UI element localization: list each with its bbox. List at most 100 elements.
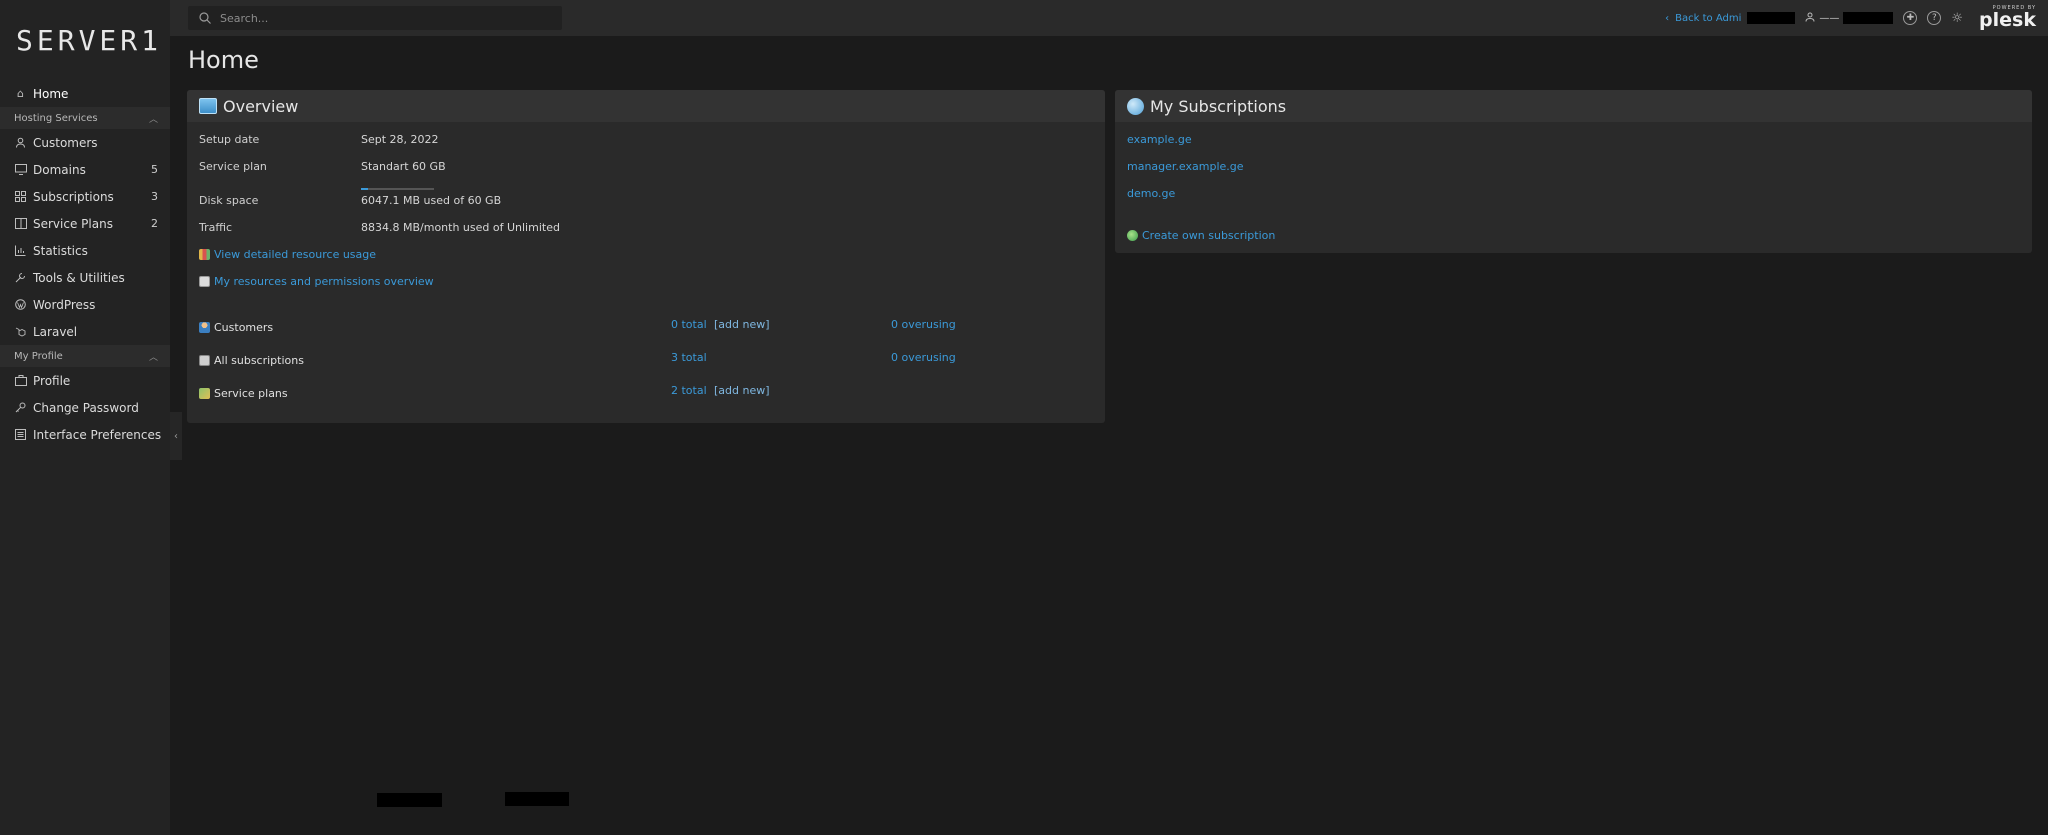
- subscription-link-example-ge[interactable]: example.ge: [1127, 133, 1192, 146]
- user-icon: [14, 136, 27, 149]
- sidebar-item-tools-utilities[interactable]: Tools & Utilities: [0, 264, 170, 291]
- back-to-admin-link[interactable]: ‹ Back to Admi: [1665, 12, 1796, 24]
- disk-usage-fill: [361, 188, 369, 190]
- subscriptions-summary-label: All subscriptions: [199, 354, 304, 367]
- setup-date-value: Sept 28, 2022: [361, 133, 439, 146]
- customers-total-link[interactable]: 0 total: [671, 318, 707, 331]
- chart-icon: [199, 249, 210, 260]
- sidebar-item-label: Interface Preferences: [33, 427, 162, 442]
- redacted-block: [1747, 12, 1796, 24]
- chevron-up-icon: ︿: [148, 352, 158, 363]
- sidebar-item-label: Customers: [33, 135, 98, 150]
- sidebar-item-service-plans[interactable]: Service Plans 2: [0, 210, 170, 237]
- my-subscriptions-title: My Subscriptions: [1150, 96, 1287, 116]
- add-subscription-icon: [1127, 230, 1138, 241]
- sidebar-item-statistics[interactable]: Statistics: [0, 237, 170, 264]
- sidebar-item-subscriptions[interactable]: Subscriptions 3: [0, 183, 170, 210]
- chevron-left-icon: ‹: [1665, 12, 1670, 24]
- subscription-link-demo-ge[interactable]: demo.ge: [1127, 187, 1175, 200]
- setup-date-label: Setup date: [199, 133, 260, 146]
- top-bar: ‹ Back to Admi —— ✚ ? ☼ POWERED BY plesk: [170, 0, 2048, 36]
- permissions-overview-link[interactable]: My resources and permissions overview: [199, 275, 434, 288]
- back-to-admin-label: Back to Admi: [1675, 12, 1742, 24]
- top-bar-actions: ‹ Back to Admi —— ✚ ? ☼ POWERED BY plesk: [1665, 0, 2036, 36]
- disk-usage-bar: [361, 188, 434, 190]
- service-plans-total-link[interactable]: 2 total: [671, 384, 707, 397]
- traffic-value: 8834.8 MB/month used of Unlimited: [361, 221, 560, 234]
- create-own-subscription-label: Create own subscription: [1142, 229, 1276, 242]
- service-plans-add-new-link[interactable]: [add new]: [714, 384, 770, 397]
- summary-label: All subscriptions: [214, 354, 304, 367]
- user-name: ——: [1819, 12, 1840, 24]
- domains-count: 5: [151, 163, 158, 176]
- sidebar-item-label: Domains: [33, 162, 86, 177]
- theme-toggle-icon[interactable]: ☼: [1951, 11, 1963, 26]
- sidebar-item-label: Tools & Utilities: [33, 270, 125, 285]
- sidebar-item-change-password[interactable]: Change Password: [0, 394, 170, 421]
- sidebar-item-interface-preferences[interactable]: Interface Preferences: [0, 421, 170, 448]
- brand-label: plesk: [1979, 9, 2036, 31]
- monitor-icon: [199, 98, 217, 114]
- sidebar-item-label: Profile: [33, 373, 71, 388]
- summary-label: Service plans: [214, 387, 288, 400]
- summary-label: Customers: [214, 321, 274, 334]
- service-plan-icon: [199, 388, 210, 399]
- my-subscriptions-header: My Subscriptions: [1115, 90, 2032, 122]
- traffic-label: Traffic: [199, 221, 233, 234]
- service-plans-count: 2: [151, 217, 158, 230]
- sidebar-item-label: Subscriptions: [33, 189, 114, 204]
- laravel-icon: [14, 325, 27, 338]
- subscription-link-manager-example-ge[interactable]: manager.example.ge: [1127, 160, 1244, 173]
- chevron-up-icon: ︿: [148, 114, 158, 125]
- sidebar-item-customers[interactable]: Customers: [0, 129, 170, 156]
- page-title: Home: [188, 46, 259, 74]
- list-icon: [14, 428, 27, 441]
- sidebar-item-home[interactable]: ⌂ Home: [0, 80, 170, 107]
- globe-icon: [1127, 97, 1144, 115]
- wordpress-icon: [14, 298, 27, 311]
- user-menu[interactable]: ——: [1805, 12, 1894, 25]
- create-own-subscription-link[interactable]: Create own subscription: [1127, 229, 1275, 242]
- sidebar-section-hosting-services[interactable]: Hosting Services ︿: [0, 107, 170, 129]
- sidebar-item-label: Laravel: [33, 324, 78, 339]
- subscriptions-icon: [199, 355, 210, 366]
- overview-header: Overview: [187, 90, 1105, 122]
- sidebar-item-label: Change Password: [33, 400, 139, 415]
- monitor-icon: [14, 163, 27, 176]
- sidebar-item-label: Home: [33, 86, 69, 101]
- sidebar-section-my-profile[interactable]: My Profile ︿: [0, 345, 170, 367]
- plesk-logo[interactable]: POWERED BY plesk: [1979, 6, 2036, 30]
- service-plan-label: Service plan: [199, 160, 267, 173]
- app-logo[interactable]: SERVER1: [16, 24, 162, 57]
- sidebar-item-wordpress[interactable]: WordPress: [0, 291, 170, 318]
- overview-card: Overview Setup date Sept 28, 2022 Servic…: [187, 90, 1105, 423]
- sidebar-item-domains[interactable]: Domains 5: [0, 156, 170, 183]
- redacted-block: [377, 793, 442, 807]
- customer-icon: [199, 322, 210, 333]
- customers-overusing-link[interactable]: 0 overusing: [891, 318, 956, 331]
- my-subscriptions-card: My Subscriptions example.ge manager.exam…: [1115, 90, 2032, 253]
- view-resource-usage-link[interactable]: View detailed resource usage: [199, 248, 376, 261]
- user-icon: [1805, 12, 1815, 25]
- overview-title: Overview: [223, 96, 299, 116]
- subscriptions-count: 3: [151, 190, 158, 203]
- help-icon[interactable]: ?: [1927, 11, 1942, 25]
- subscriptions-total-link[interactable]: 3 total: [671, 351, 707, 364]
- search-input[interactable]: [218, 10, 542, 26]
- search-box[interactable]: [188, 6, 562, 30]
- lifebuoy-icon[interactable]: ✚: [1903, 11, 1918, 25]
- bar-chart-icon: [14, 244, 27, 257]
- profile-icon: [14, 374, 27, 387]
- view-resource-usage-label: View detailed resource usage: [214, 248, 377, 261]
- redacted-block: [1843, 12, 1894, 24]
- sidebar-item-profile[interactable]: Profile: [0, 367, 170, 394]
- service-plans-summary-label: Service plans: [199, 387, 288, 400]
- sidebar-item-label: Statistics: [33, 243, 88, 258]
- sidebar-item-laravel[interactable]: Laravel: [0, 318, 170, 345]
- sidebar-collapse-toggle[interactable]: ‹: [170, 412, 182, 460]
- sidebar-nav: ⌂ Home Hosting Services ︿ Customers Doma…: [0, 80, 170, 448]
- sidebar-item-label: Service Plans: [33, 216, 113, 231]
- tools-icon: [14, 271, 27, 284]
- subscriptions-overusing-link[interactable]: 0 overusing: [891, 351, 956, 364]
- customers-add-new-link[interactable]: [add new]: [714, 318, 770, 331]
